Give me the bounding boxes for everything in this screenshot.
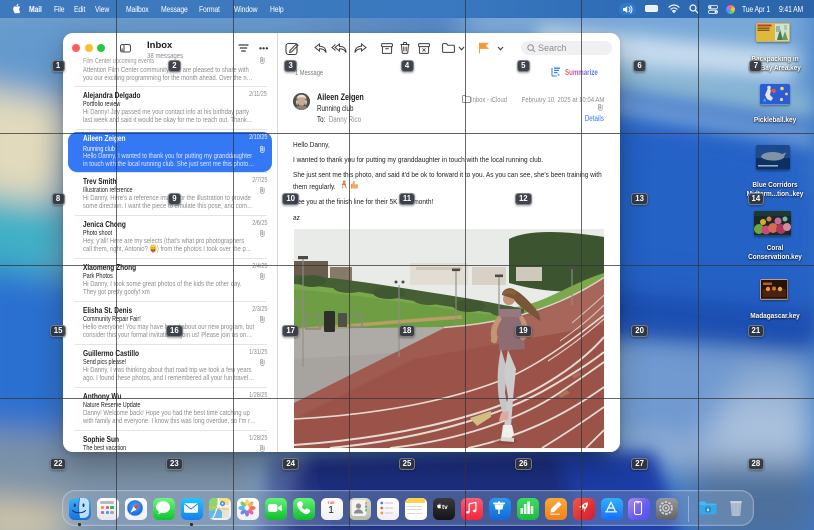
svg-text:tv: tv	[442, 504, 448, 511]
